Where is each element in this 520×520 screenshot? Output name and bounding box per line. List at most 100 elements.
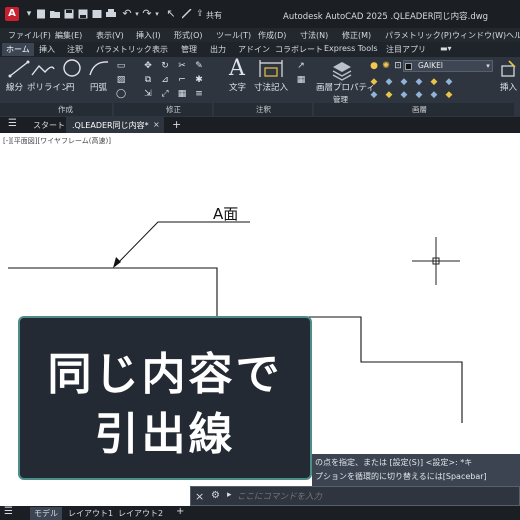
redo-dropdown-icon[interactable]: ▾ bbox=[152, 9, 162, 19]
layer-tool-8-icon[interactable]: ◆ bbox=[384, 90, 394, 100]
tab-parametric[interactable]: パラメトリック bbox=[96, 44, 152, 55]
file-tab-name[interactable]: .QLEADER同じ内容* bbox=[72, 120, 149, 131]
autocad-logo-icon[interactable]: A bbox=[5, 7, 19, 21]
insert-tool-label[interactable]: 挿入 bbox=[500, 81, 517, 93]
arc-tool-label[interactable]: 円弧 bbox=[90, 81, 107, 93]
table-icon[interactable]: ▦ bbox=[296, 75, 306, 85]
layer-properties-icon[interactable] bbox=[331, 59, 353, 81]
menu-view[interactable]: 表示(V) bbox=[96, 30, 124, 41]
panel-annotate-label[interactable]: 注釈 bbox=[256, 104, 271, 115]
layer-tool-12-icon[interactable]: ◆ bbox=[444, 90, 454, 100]
menu-help[interactable]: ヘル bbox=[506, 30, 520, 41]
menu-format[interactable]: 形式(O) bbox=[174, 30, 203, 41]
layer-tool-10-icon[interactable]: ◆ bbox=[414, 90, 424, 100]
tab-more-icon[interactable]: ▬▾ bbox=[440, 44, 452, 53]
undo-dropdown-icon[interactable]: ▾ bbox=[132, 9, 142, 19]
stretch-icon[interactable]: ⇲ bbox=[143, 89, 153, 99]
command-input[interactable] bbox=[237, 489, 507, 504]
redo-icon[interactable]: ↷ bbox=[142, 8, 152, 19]
layer-properties-tool-label[interactable]: 画層プロパティ bbox=[316, 81, 375, 93]
circle-tool-label[interactable]: 円 bbox=[66, 81, 75, 93]
leader-annotation-text[interactable]: A面 bbox=[213, 203, 238, 224]
layer-tool-4-icon[interactable]: ◆ bbox=[414, 77, 424, 87]
menu-parametric[interactable]: パラメトリック(P) bbox=[385, 30, 452, 41]
menu-dimension[interactable]: 寸法(N) bbox=[300, 30, 328, 41]
trim-icon[interactable]: ✂ bbox=[177, 61, 187, 71]
panel-layer-label[interactable]: 画層 bbox=[412, 104, 427, 115]
fillet-icon[interactable]: ⌐ bbox=[177, 75, 187, 85]
cursor-icon[interactable]: ↖ bbox=[166, 8, 176, 19]
menu-draw[interactable]: 作成(D) bbox=[258, 30, 286, 41]
layer-tool-3-icon[interactable]: ◆ bbox=[399, 77, 409, 87]
tab-view[interactable]: 表示 bbox=[152, 44, 168, 55]
tab-model[interactable]: モデル bbox=[30, 507, 62, 520]
lightbulb-icon[interactable]: ● bbox=[369, 61, 379, 71]
panel-modify-label[interactable]: 修正 bbox=[166, 104, 181, 115]
unlock-icon[interactable]: ⊡ bbox=[393, 61, 403, 71]
arc-icon[interactable] bbox=[88, 59, 110, 77]
dropdown-icon[interactable]: ▾ bbox=[24, 9, 34, 19]
erase-icon[interactable]: ✎ bbox=[194, 61, 204, 71]
tab-start[interactable]: スタート bbox=[33, 120, 65, 131]
text-icon[interactable]: A bbox=[229, 58, 245, 80]
layout-menu-icon[interactable]: ☰ bbox=[4, 506, 13, 517]
copy-icon[interactable]: ⧉ bbox=[143, 75, 153, 85]
layer-tool-7-icon[interactable]: ◆ bbox=[369, 90, 379, 100]
rectangle-icon[interactable]: ▭ bbox=[116, 61, 126, 71]
insert-block-icon[interactable] bbox=[500, 60, 518, 78]
array-icon[interactable]: ▦ bbox=[177, 89, 187, 99]
layer-tool-2-icon[interactable]: ◆ bbox=[384, 77, 394, 87]
menu-tools[interactable]: ツール(T) bbox=[216, 30, 251, 41]
menu-window[interactable]: ウィンドウ(W) bbox=[452, 30, 506, 41]
save-icon[interactable] bbox=[64, 9, 74, 19]
dimension-icon[interactable] bbox=[258, 59, 284, 79]
menu-modify[interactable]: 修正(M) bbox=[342, 30, 371, 41]
undo-icon[interactable]: ↶ bbox=[122, 8, 132, 19]
scale-icon[interactable]: ⤢ bbox=[160, 89, 170, 99]
command-customize-icon[interactable]: ⚙ bbox=[211, 490, 220, 501]
print-icon[interactable] bbox=[106, 9, 116, 19]
panel-draw-label[interactable]: 作成 bbox=[58, 104, 73, 115]
text-tool-label[interactable]: 文字 bbox=[229, 81, 246, 93]
tab-output[interactable]: 出力 bbox=[210, 44, 226, 55]
layer-tool-9-icon[interactable]: ◆ bbox=[399, 90, 409, 100]
add-layout-button[interactable]: + bbox=[176, 506, 184, 517]
tab-collaborate[interactable]: コラボレート bbox=[275, 44, 323, 55]
tab-express-tools[interactable]: Express Tools bbox=[324, 44, 378, 53]
share-icon[interactable]: ⇪ bbox=[195, 9, 205, 19]
mirror-icon[interactable]: ⊿ bbox=[160, 75, 170, 85]
leader-line[interactable] bbox=[114, 221, 250, 267]
explode-icon[interactable]: ✱ bbox=[194, 75, 204, 85]
tab-annotate[interactable]: 注釈 bbox=[67, 44, 83, 55]
layer-tool-1-icon[interactable]: ◆ bbox=[369, 77, 379, 87]
layer-tool-6-icon[interactable]: ◆ bbox=[444, 77, 454, 87]
tab-home[interactable]: ホーム bbox=[2, 43, 34, 56]
layer-dropdown-arrow-icon[interactable]: ▾ bbox=[483, 61, 493, 71]
save-as-icon[interactable] bbox=[78, 9, 88, 19]
polyline-tool-label[interactable]: ポリライン bbox=[27, 81, 70, 93]
menu-insert[interactable]: 挿入(I) bbox=[136, 30, 161, 41]
tab-addins[interactable]: アドイン bbox=[238, 44, 270, 55]
layer-tool-11-icon[interactable]: ◆ bbox=[429, 90, 439, 100]
web-save-icon[interactable] bbox=[92, 9, 102, 19]
rotate-icon[interactable]: ↻ bbox=[160, 61, 170, 71]
new-file-icon[interactable] bbox=[36, 9, 46, 19]
hatch-icon[interactable]: ▨ bbox=[116, 75, 126, 85]
menu-edit[interactable]: 編集(E) bbox=[55, 30, 82, 41]
layer-tool-5-icon[interactable]: ◆ bbox=[429, 77, 439, 87]
open-folder-icon[interactable] bbox=[50, 9, 60, 19]
tab-layout2[interactable]: レイアウト2 bbox=[118, 508, 163, 519]
offset-icon[interactable]: ≡ bbox=[194, 89, 204, 99]
tab-insert[interactable]: 挿入 bbox=[39, 44, 55, 55]
circle-icon[interactable] bbox=[62, 58, 82, 78]
tab-layout1[interactable]: レイアウト1 bbox=[68, 508, 113, 519]
dimension-tool-label[interactable]: 寸法記入 bbox=[254, 81, 288, 93]
file-tab-close-icon[interactable]: × bbox=[153, 120, 160, 129]
layer-dropdown[interactable]: GAIKEI bbox=[403, 60, 493, 72]
measure-icon[interactable] bbox=[181, 8, 192, 19]
line-tool-label[interactable]: 線分 bbox=[6, 81, 23, 93]
move-icon[interactable]: ✥ bbox=[143, 61, 153, 71]
menu-icon[interactable]: ☰ bbox=[8, 118, 17, 129]
command-line-close-icon[interactable]: × bbox=[195, 490, 204, 503]
share-button[interactable]: 共有 bbox=[206, 10, 222, 21]
